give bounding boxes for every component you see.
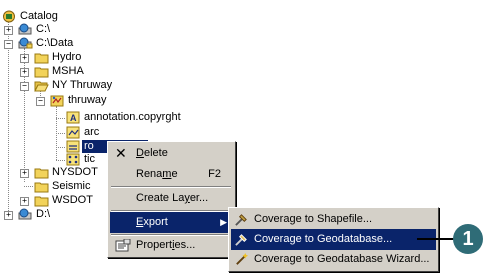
menu-item-properties[interactable]: Properties... [110,235,233,256]
tree-node-annotation[interactable]: A annotation.copyrght [66,111,206,124]
expand-toggle[interactable]: + [20,54,29,63]
tree-node-c-data[interactable]: C:\Data [18,37,108,50]
menu-shortcut: F2 [208,168,221,180]
folder-icon [34,53,49,64]
tree-node-wsdot[interactable]: WSDOT [34,194,104,207]
tree-node-label: D:\ [36,208,51,220]
callout-badge: 1 [453,224,483,254]
expand-toggle[interactable]: + [4,26,13,35]
open-folder-icon [34,81,49,92]
expand-toggle[interactable]: + [20,68,29,77]
tree-node-label: arc [84,126,100,138]
connection-icon [18,37,33,49]
menu-item-coverage-to-geodatabase-wizard[interactable]: Coverage to Geodatabase Wizard... [231,249,436,270]
export-submenu: Coverage to Shapefile... Coverage to Geo… [228,207,439,272]
arc-icon [66,126,80,139]
coverage-icon [50,95,64,107]
submenu-arrow-icon: ▶ [220,217,227,227]
menu-label-mnemonic: D [136,147,144,159]
collapse-toggle[interactable]: − [4,40,13,49]
tree-line [24,186,33,187]
tree-node-catalog[interactable]: Catalog [2,10,122,23]
tree-line [56,147,65,148]
menu-item-export[interactable]: Export ▶ [110,212,233,233]
tree-node-label: NY Thruway [52,79,113,91]
menu-label: Rena [136,168,163,180]
menu-label: es... [174,239,196,251]
tree-node-label: tic [84,153,95,165]
catalog-icon [3,10,15,23]
tree-node-label: Hydro [52,51,82,63]
tree-node-arc[interactable]: arc [66,126,126,139]
tree-node-seismic[interactable]: Seismic [34,180,104,193]
folder-icon [34,182,49,193]
menu-label: Coverage to Geodatabase... [254,233,393,245]
menu-item-create-layer[interactable]: Create Layer... [110,188,233,209]
folder-icon [34,196,49,207]
menu-label: er... [189,192,209,204]
tic-icon [66,153,80,166]
tree-node-label: NYSDOT [52,166,98,178]
tree-node-label: MSHA [52,65,84,77]
tree-node-label: Catalog [20,10,58,22]
tree-node-c-drive[interactable]: C:\ [18,23,98,36]
expand-toggle[interactable]: + [4,211,13,220]
callout-leader-line [417,238,454,240]
menu-label: Coverage to Geodatabase Wizard... [254,253,430,265]
menu-label: xport [143,216,168,228]
tree-node-hydro[interactable]: Hydro [34,51,104,64]
expand-toggle[interactable]: + [20,169,29,178]
tree-node-label: C:\ [36,23,51,35]
drive-icon [18,208,32,220]
svg-text:A: A [70,113,77,123]
menu-item-coverage-to-shapefile[interactable]: Coverage to Shapefile... [231,209,436,230]
tree-node-msha[interactable]: MSHA [34,65,104,78]
annotation-icon: A [66,111,80,124]
menu-label: elete [143,147,168,159]
collapse-toggle[interactable]: − [36,97,45,106]
drive-icon [18,23,32,35]
tree-node-d-drive[interactable]: D:\ [18,208,78,221]
route-icon [66,140,80,153]
folder-icon [34,67,49,78]
tree-line [56,160,65,161]
delete-icon: ✕ [115,145,127,161]
menu-label: Propert [136,239,173,251]
tool-icon [235,234,247,246]
expand-toggle[interactable]: + [20,197,29,206]
tree-node-ny-thruway[interactable]: NY Thruway [34,79,124,92]
tree-line [56,118,65,119]
tree-node-nysdot[interactable]: NYSDOT [34,166,104,179]
menu-item-delete[interactable]: ✕ Delete [110,143,233,164]
tree-node-label: C:\Data [36,37,74,49]
menu-label: Create La [136,192,185,204]
callout-number: 1 [462,228,474,250]
menu-label: e [171,168,178,180]
tree-node-label: thruway [68,94,107,106]
tree-node-thruway[interactable]: thruway [50,94,130,107]
menu-item-rename[interactable]: Rename F2 [110,164,233,185]
context-menu: ✕ Delete Rename F2 Create Layer... Expor… [107,141,236,258]
properties-icon [115,239,131,252]
wizard-icon [236,252,249,265]
tool-icon [235,214,247,226]
collapse-toggle[interactable]: − [20,82,29,91]
tree-node-label: WSDOT [52,194,93,206]
tree-node-label: Seismic [52,180,91,192]
menu-item-coverage-to-geodatabase[interactable]: Coverage to Geodatabase... [231,229,436,250]
tree-line [56,133,65,134]
folder-icon [34,168,49,179]
menu-label: Coverage to Shapefile... [254,213,373,225]
tree-node-label: annotation.copyrght [84,111,181,123]
tree-line [8,20,9,217]
